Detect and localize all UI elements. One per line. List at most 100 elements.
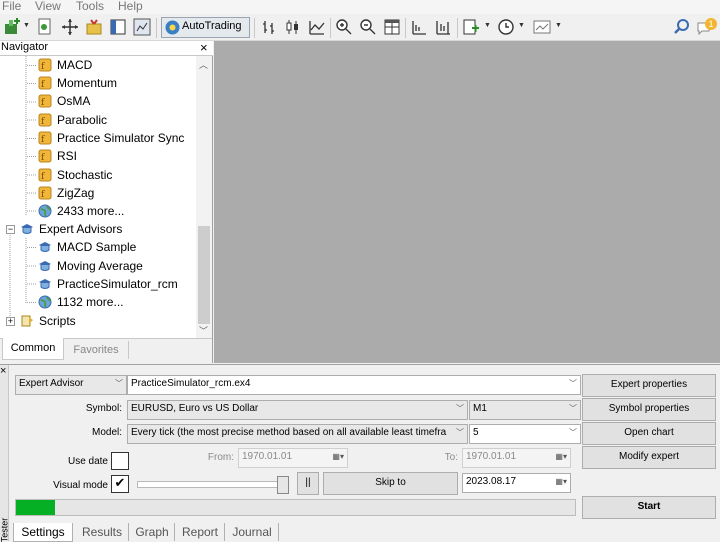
indicator-icon: f — [38, 131, 52, 145]
toolbar: ▼ AutoTrading ▼ ▼ ▼ 1 — [0, 14, 720, 41]
close-icon[interactable]: × — [200, 40, 208, 55]
crosshair-icon[interactable] — [61, 18, 79, 36]
navigator-header: Navigator × — [0, 40, 213, 56]
slider-track — [137, 481, 287, 488]
notifications-button[interactable]: 1 — [697, 17, 719, 38]
start-button[interactable]: Start — [582, 496, 716, 519]
indicator-icon: f — [38, 94, 52, 108]
chevron-down-icon[interactable]: ▼ — [484, 22, 491, 29]
periods-clock-icon[interactable] — [497, 18, 515, 36]
model-select[interactable]: Every tick (the most precise method base… — [127, 424, 468, 444]
collapse-toggle[interactable]: − — [6, 225, 15, 234]
autotrading-icon — [165, 20, 180, 35]
expert-icon — [39, 242, 51, 252]
symbol-label: Symbol: — [85, 403, 122, 414]
period-select[interactable]: M1 ﹀ — [469, 400, 581, 420]
calendar-icon: ▦▾ — [555, 452, 567, 461]
spread-select[interactable]: 5 ﹀ — [469, 424, 581, 444]
expert-file-select[interactable]: PracticeSimulator_rcm.ex4 ﹀ — [127, 375, 581, 395]
tab-common[interactable]: Common — [2, 338, 64, 360]
to-label: To: — [444, 452, 458, 463]
zoom-out-icon[interactable] — [359, 18, 377, 36]
candlesticks-icon[interactable] — [284, 18, 302, 36]
tester-type-select[interactable]: Expert Advisor ﹀ — [15, 375, 127, 395]
modify-expert-button[interactable]: Modify expert — [582, 446, 716, 469]
calendar-icon: ▦▾ — [555, 477, 567, 486]
tester-tabs: Settings Results Graph Report Journal — [10, 523, 720, 542]
expert-properties-button[interactable]: Expert properties — [582, 374, 716, 397]
tab-journal[interactable]: Journal — [226, 523, 279, 541]
scrollbar-thumb[interactable] — [198, 226, 210, 324]
bar-chart-icon[interactable] — [260, 18, 278, 36]
tile-windows-icon[interactable] — [383, 18, 401, 36]
open-chart-button[interactable]: Open chart — [582, 422, 716, 445]
tab-favorites[interactable]: Favorites — [64, 341, 129, 359]
chevron-down-icon: ﹀ — [569, 428, 577, 437]
notification-badge: 1 — [705, 18, 717, 30]
experts-folder-icon — [21, 224, 33, 234]
tab-graph[interactable]: Graph — [130, 523, 175, 541]
chevron-down-icon: ﹀ — [569, 404, 577, 413]
scroll-up-icon[interactable]: ︿ — [199, 58, 208, 71]
chevron-down-icon: ﹀ — [456, 425, 464, 441]
slider-thumb[interactable] — [277, 476, 289, 494]
autotrading-button[interactable]: AutoTrading — [161, 17, 250, 38]
visual-speed-slider[interactable] — [137, 476, 289, 494]
templates-icon[interactable] — [533, 18, 551, 36]
symbol-properties-button[interactable]: Symbol properties — [582, 398, 716, 421]
from-date-field[interactable]: 1970.01.01 ▦▾ — [238, 448, 348, 468]
chevron-down-icon[interactable]: ▼ — [518, 22, 525, 29]
globe-icon — [38, 295, 52, 309]
symbol-select[interactable]: EURUSD, Euro vs US Dollar ﹀ — [127, 400, 468, 420]
skip-to-date-field[interactable]: 2023.08.17 ▦▾ — [462, 473, 571, 493]
navigator-title: Navigator — [1, 41, 49, 53]
pause-button[interactable]: || — [297, 472, 319, 495]
tab-results[interactable]: Results — [76, 523, 129, 541]
close-icon[interactable]: × — [0, 365, 6, 377]
chevron-down-icon[interactable]: ▼ — [23, 22, 30, 29]
tab-report[interactable]: Report — [176, 523, 225, 541]
toolbar-separator — [405, 18, 406, 38]
chevron-down-icon: ﹀ — [456, 404, 464, 413]
profiles-icon[interactable] — [36, 18, 54, 36]
expand-toggle[interactable]: + — [6, 317, 15, 326]
indicators-icon[interactable] — [462, 18, 480, 36]
menu-file[interactable]: File — [2, 0, 21, 13]
navigator-panel: Navigator × − + f MACD f Momentum f OsMA… — [0, 40, 213, 363]
indicator-icon: f — [38, 76, 52, 90]
from-label: From: — [207, 452, 234, 463]
expert-icon — [39, 279, 51, 289]
skip-to-button[interactable]: Skip to — [323, 472, 458, 495]
menu-view[interactable]: View — [35, 0, 61, 13]
menu-bar: File View Tools Help — [0, 0, 720, 14]
menu-tools[interactable]: Tools — [76, 0, 104, 13]
scroll-down-icon[interactable]: ﹀ — [199, 324, 208, 337]
globe-icon — [38, 204, 52, 218]
autoscroll-icon[interactable] — [434, 18, 452, 36]
test-progress-bar — [15, 499, 576, 516]
chart-workspace[interactable] — [214, 41, 720, 363]
market-watch-icon[interactable] — [133, 18, 151, 36]
indicator-icon: f — [38, 149, 52, 163]
strategy-tester-panel: × Tester Expert Advisor ﹀ PracticeSimulat… — [0, 364, 720, 542]
chart-shift-icon[interactable] — [410, 18, 428, 36]
zoom-in-icon[interactable] — [335, 18, 353, 36]
navigator-toggle-icon[interactable] — [85, 18, 103, 36]
navigator-scrollbar[interactable]: ︿ ﹀ — [196, 56, 212, 338]
indicator-icon: f — [38, 58, 52, 72]
chevron-down-icon[interactable]: ▼ — [555, 22, 562, 29]
expert-icon — [39, 261, 51, 271]
data-window-icon[interactable] — [109, 18, 127, 36]
chevron-down-icon: ﹀ — [569, 379, 577, 388]
use-date-checkbox[interactable] — [111, 452, 129, 470]
tab-settings[interactable]: Settings — [13, 523, 73, 542]
visual-mode-checkbox[interactable]: ✔ — [111, 475, 129, 493]
menu-help[interactable]: Help — [118, 0, 143, 13]
tester-side-strip: × Tester — [0, 365, 9, 542]
indicator-icon: f — [38, 113, 52, 127]
to-date-field[interactable]: 1970.01.01 ▦▾ — [462, 448, 571, 468]
search-icon[interactable] — [673, 18, 691, 36]
line-chart-icon[interactable] — [308, 18, 326, 36]
new-chart-icon[interactable] — [3, 18, 21, 36]
calendar-icon: ▦▾ — [332, 452, 344, 461]
